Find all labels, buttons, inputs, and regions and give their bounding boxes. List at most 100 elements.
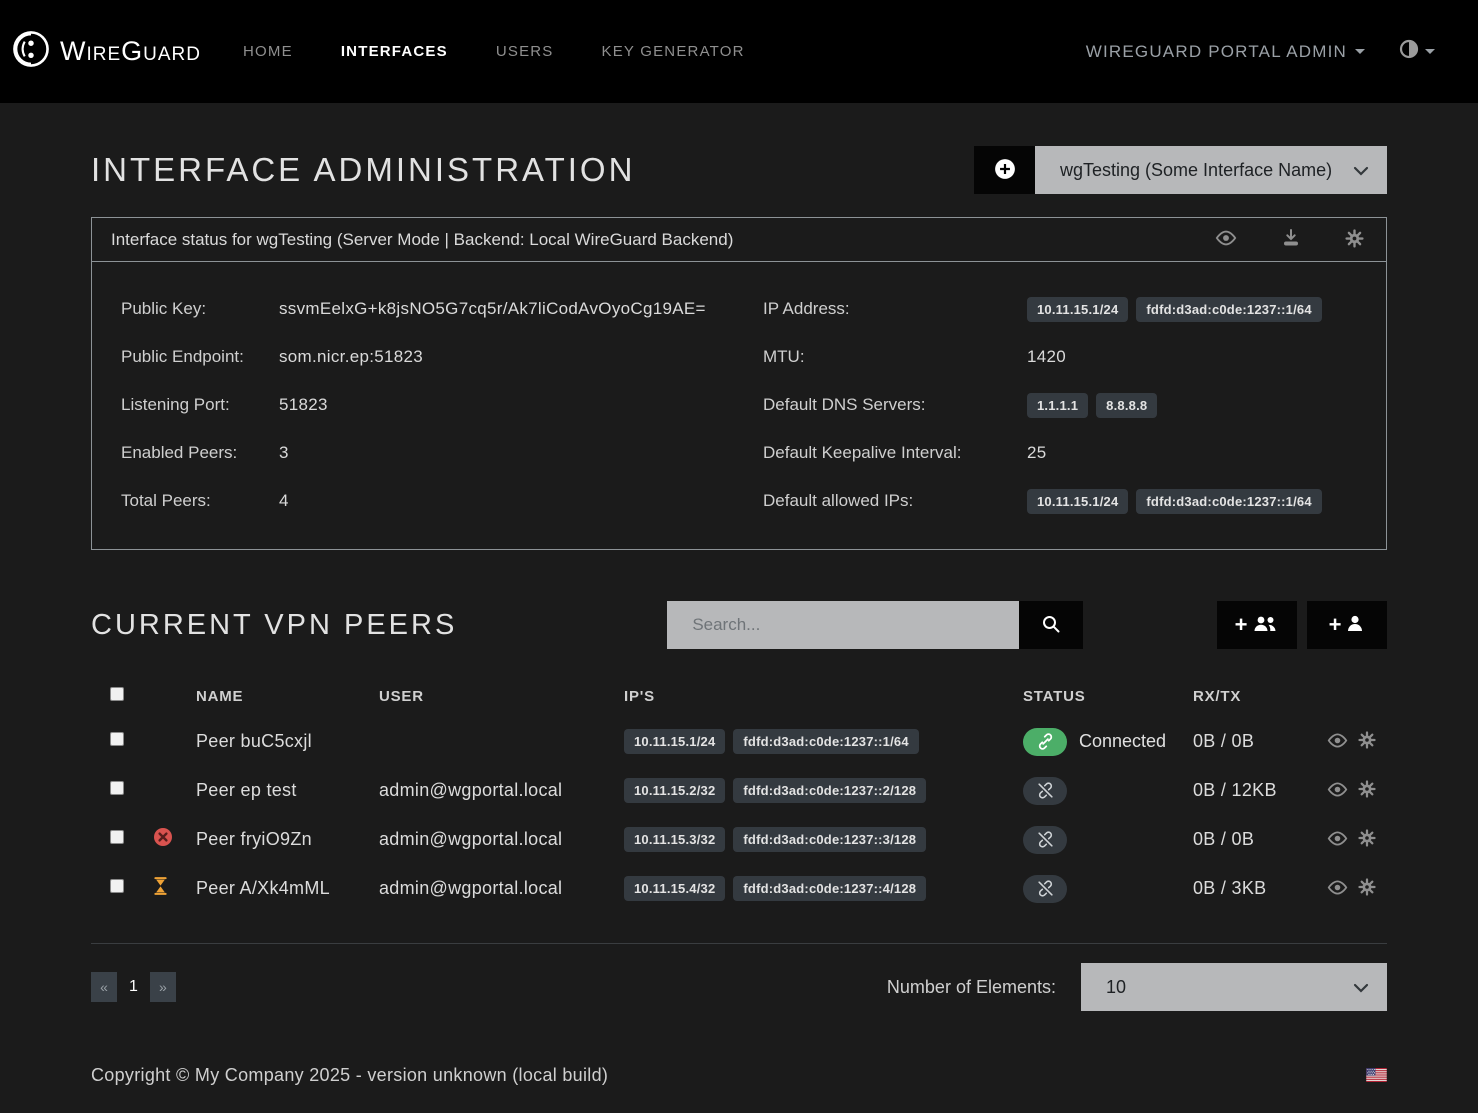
page-title: INTERFACE ADMINISTRATION bbox=[91, 151, 635, 189]
peer-select-checkbox[interactable] bbox=[110, 879, 124, 893]
peers-table: NAME USER IP'S STATUS RX/TX Peer buC5cxj… bbox=[91, 675, 1387, 944]
pagination-next-button[interactable]: » bbox=[150, 972, 176, 1002]
peer-disabled-icon bbox=[153, 827, 173, 852]
status-disconnected-pill bbox=[1023, 826, 1067, 854]
search-button[interactable] bbox=[1019, 601, 1083, 649]
detail-row: Total Peers: 4 bbox=[121, 477, 739, 525]
chevron-down-icon bbox=[1353, 977, 1369, 998]
detail-label: Default DNS Servers: bbox=[763, 395, 1027, 415]
theme-half-circle-icon bbox=[1399, 39, 1419, 64]
peer-row: Peer fryiO9Zn admin@wgportal.local 10.11… bbox=[91, 815, 1387, 864]
view-config-button[interactable] bbox=[1215, 230, 1237, 249]
detail-label: MTU: bbox=[763, 347, 1027, 367]
eye-icon bbox=[1327, 880, 1348, 898]
ip-badge: 10.11.15.1/24 bbox=[624, 729, 725, 754]
peer-view-button[interactable] bbox=[1327, 831, 1348, 849]
status-connected-pill bbox=[1023, 728, 1067, 756]
peer-status bbox=[1023, 875, 1193, 903]
elements-per-page-select[interactable]: 10 bbox=[1081, 963, 1387, 1011]
interface-status-card: Interface status for wgTesting (Server M… bbox=[91, 217, 1387, 550]
user-menu-label: WIREGUARD PORTAL ADMIN bbox=[1086, 42, 1347, 62]
search-input[interactable] bbox=[667, 601, 1019, 649]
card-header-title: Interface status for wgTesting (Server M… bbox=[111, 230, 733, 250]
detail-label: Public Key: bbox=[121, 299, 279, 319]
eye-icon bbox=[1327, 733, 1348, 751]
peer-user: admin@wgportal.local bbox=[379, 780, 624, 801]
interface-details-left: Public Key: ssvmEelxG+k8jsNO5G7cq5r/Ak7l… bbox=[92, 285, 739, 525]
detail-value: som.nicr.ep:51823 bbox=[279, 347, 423, 367]
peer-name: Peer fryiO9Zn bbox=[196, 829, 379, 850]
peer-edit-button[interactable] bbox=[1358, 829, 1376, 850]
peer-status: Connected bbox=[1023, 728, 1193, 756]
detail-row: IP Address: 10.11.15.1/24fdfd:d3ad:c0de:… bbox=[763, 285, 1386, 333]
ip-badge: fdfd:d3ad:c0de:1237::4/128 bbox=[733, 876, 926, 901]
peer-select-checkbox[interactable] bbox=[110, 781, 124, 795]
ip-badge: fdfd:d3ad:c0de:1237::1/64 bbox=[1136, 489, 1321, 514]
nav-link-home[interactable]: HOME bbox=[243, 43, 293, 60]
pagination: « 1 » bbox=[91, 972, 176, 1002]
peer-select-checkbox[interactable] bbox=[110, 732, 124, 746]
peer-name: Peer ep test bbox=[196, 780, 379, 801]
peer-view-button[interactable] bbox=[1327, 733, 1348, 751]
peer-edit-button[interactable] bbox=[1358, 731, 1376, 752]
interface-select-value: wgTesting (Some Interface Name) bbox=[1060, 160, 1332, 181]
user-menu-dropdown[interactable]: WIREGUARD PORTAL ADMIN bbox=[1086, 42, 1365, 62]
peer-ips: 10.11.15.4/32fdfd:d3ad:c0de:1237::4/128 bbox=[624, 876, 1023, 901]
users-icon bbox=[1251, 614, 1279, 637]
brand-wordmark: WireGuard bbox=[60, 36, 201, 67]
peers-table-header: NAME USER IP'S STATUS RX/TX bbox=[91, 675, 1387, 717]
detail-row: Enabled Peers: 3 bbox=[121, 429, 739, 477]
theme-toggle-dropdown[interactable] bbox=[1399, 39, 1435, 64]
language-flag-us-icon[interactable] bbox=[1366, 1068, 1387, 1082]
chevron-down-icon bbox=[1353, 160, 1369, 181]
interface-select[interactable]: wgTesting (Some Interface Name) bbox=[1035, 146, 1387, 194]
download-icon bbox=[1281, 228, 1301, 251]
select-all-checkbox[interactable] bbox=[110, 687, 124, 701]
detail-value: 51823 bbox=[279, 395, 328, 415]
navbar-right: WIREGUARD PORTAL ADMIN bbox=[1086, 39, 1435, 64]
pagination-current-page[interactable]: 1 bbox=[129, 978, 138, 996]
peer-view-button[interactable] bbox=[1327, 782, 1348, 800]
detail-label: Enabled Peers: bbox=[121, 443, 279, 463]
footer: Copyright © My Company 2025 - version un… bbox=[91, 1053, 1387, 1113]
peer-rxtx: 0B / 3KB bbox=[1193, 878, 1327, 899]
ip-badge: 10.11.15.2/32 bbox=[624, 778, 725, 803]
peer-name: Peer A/Xk4mML bbox=[196, 878, 379, 899]
peer-select-checkbox[interactable] bbox=[110, 830, 124, 844]
detail-value: 4 bbox=[279, 491, 289, 511]
peer-rxtx: 0B / 0B bbox=[1193, 829, 1327, 850]
peer-name: Peer buC5cxjl bbox=[196, 731, 379, 752]
column-header-ips: IP'S bbox=[624, 688, 1023, 705]
nav-link-key-generator[interactable]: KEY GENERATOR bbox=[602, 43, 745, 60]
wireguard-brand[interactable]: WireGuard bbox=[10, 28, 201, 75]
column-header-name: NAME bbox=[196, 688, 379, 705]
detail-row: Default Keepalive Interval: 25 bbox=[763, 429, 1386, 477]
status-disconnected-pill bbox=[1023, 875, 1067, 903]
peers-section-title: CURRENT VPN PEERS bbox=[91, 609, 457, 642]
plus-icon: + bbox=[1235, 614, 1248, 636]
status-label: Connected bbox=[1079, 731, 1166, 752]
ip-badge: 1.1.1.1 bbox=[1027, 393, 1088, 418]
add-interface-button[interactable] bbox=[974, 146, 1035, 194]
detail-label: Default Keepalive Interval: bbox=[763, 443, 1027, 463]
search-icon bbox=[1041, 614, 1061, 637]
add-peer-button[interactable]: + bbox=[1307, 601, 1387, 649]
peer-rxtx: 0B / 0B bbox=[1193, 731, 1327, 752]
elements-per-page-label: Number of Elements: bbox=[887, 977, 1056, 998]
nav-link-interfaces[interactable]: INTERFACES bbox=[341, 43, 448, 60]
peer-edit-button[interactable] bbox=[1358, 780, 1376, 801]
peer-status bbox=[1023, 777, 1193, 805]
detail-row: Default allowed IPs: 10.11.15.1/24fdfd:d… bbox=[763, 477, 1386, 525]
column-header-status: STATUS bbox=[1023, 688, 1193, 705]
peer-edit-button[interactable] bbox=[1358, 878, 1376, 899]
ip-badge: fdfd:d3ad:c0de:1237::1/64 bbox=[1136, 297, 1321, 322]
pagination-prev-button[interactable]: « bbox=[91, 972, 117, 1002]
nav-link-users[interactable]: USERS bbox=[496, 43, 554, 60]
edit-interface-button[interactable] bbox=[1345, 229, 1364, 251]
download-config-button[interactable] bbox=[1281, 228, 1301, 251]
nav-links: HOME INTERFACES USERS KEY GENERATOR bbox=[243, 43, 745, 60]
peer-view-button[interactable] bbox=[1327, 880, 1348, 898]
interface-details-right: IP Address: 10.11.15.1/24fdfd:d3ad:c0de:… bbox=[739, 285, 1386, 525]
gear-icon bbox=[1358, 731, 1376, 752]
add-multiple-peers-button[interactable]: + bbox=[1217, 601, 1297, 649]
